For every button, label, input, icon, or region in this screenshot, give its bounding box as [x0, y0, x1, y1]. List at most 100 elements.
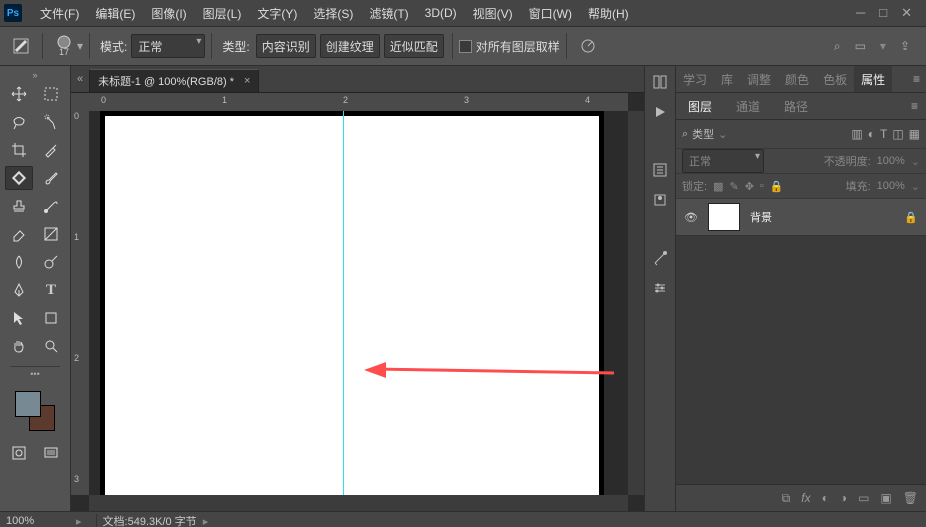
tab-library[interactable]: 库 — [714, 71, 740, 88]
type-create-texture-button[interactable]: 创建纹理 — [320, 34, 380, 58]
menu-window[interactable]: 窗口(W) — [521, 5, 580, 22]
panel-adjust-icon[interactable] — [649, 278, 671, 298]
tab-layers[interactable]: 图层 — [676, 98, 724, 115]
filter-shape-icon[interactable]: ◫ — [892, 127, 903, 141]
marquee-tool[interactable] — [37, 82, 65, 106]
lock-brush-icon[interactable]: ✎ — [729, 180, 738, 193]
tab-swatch[interactable]: 色板 — [816, 71, 854, 88]
stamp-tool[interactable] — [5, 194, 33, 218]
close-tab-icon[interactable]: × — [244, 75, 250, 87]
lock-position-icon[interactable]: ✥ — [745, 180, 754, 193]
lock-artboard-icon[interactable]: ▫ — [760, 180, 764, 192]
spot-heal-tool[interactable] — [5, 166, 33, 190]
tabbar-expand[interactable]: « — [71, 66, 89, 92]
type-tool[interactable]: T — [37, 278, 65, 302]
filter-smart-icon[interactable]: ▦ — [909, 127, 920, 141]
group-icon[interactable]: ▭ — [858, 491, 869, 505]
filter-kind-select[interactable]: ⌕类型 ⌄ — [682, 126, 727, 142]
quick-select-tool[interactable] — [37, 110, 65, 134]
brush-preview-icon[interactable]: 17 — [51, 33, 77, 59]
layer-panel-menu-icon[interactable]: ≡ — [899, 99, 926, 113]
filter-image-icon[interactable]: ▥ — [851, 127, 862, 141]
layer-fx-icon[interactable]: fx — [801, 491, 810, 505]
brush-tool[interactable] — [37, 166, 65, 190]
type-content-aware-button[interactable]: 内容识别 — [256, 34, 316, 58]
filter-type-icon[interactable]: T — [880, 127, 887, 141]
color-swatches[interactable] — [15, 391, 55, 431]
pressure-icon[interactable] — [575, 33, 601, 59]
scrollbar-horizontal[interactable] — [89, 495, 628, 511]
close-button[interactable]: ✕ — [901, 5, 912, 21]
menu-view[interactable]: 视图(V) — [465, 5, 521, 22]
new-layer-icon[interactable]: ▣ — [880, 491, 891, 505]
panel-para-icon[interactable] — [649, 190, 671, 210]
panel-char-icon[interactable] — [649, 160, 671, 180]
menu-help[interactable]: 帮助(H) — [580, 5, 637, 22]
zoom-level[interactable]: 100% — [6, 515, 76, 527]
lock-pixels-icon[interactable]: ▩ — [713, 180, 723, 193]
path-select-tool[interactable] — [5, 306, 33, 330]
layer-row[interactable]: 👁 背景 🔒 — [676, 199, 926, 236]
doc-size[interactable]: 文档:549.3K/0 字节 — [103, 513, 197, 527]
move-tool[interactable] — [5, 82, 33, 106]
ruler-corner[interactable] — [71, 93, 90, 112]
blend-mode-select[interactable]: 正常 — [131, 34, 205, 58]
menu-3d[interactable]: 3D(D) — [417, 6, 465, 20]
type-proximity-button[interactable]: 近似匹配 — [384, 34, 444, 58]
panel-play-icon[interactable] — [649, 102, 671, 122]
dodge-tool[interactable] — [37, 250, 65, 274]
menu-edit[interactable]: 编辑(E) — [87, 5, 143, 22]
menu-select[interactable]: 选择(S) — [305, 5, 361, 22]
shape-tool[interactable] — [37, 306, 65, 330]
vertical-guide[interactable] — [343, 111, 344, 495]
crop-tool[interactable] — [5, 138, 33, 162]
panel-brush-icon[interactable] — [649, 248, 671, 268]
ruler-horizontal[interactable]: 0 1 2 3 4 — [89, 93, 628, 112]
toolbox-expand[interactable]: » — [4, 70, 66, 80]
menu-type[interactable]: 文字(Y) — [249, 5, 305, 22]
eyedropper-tool[interactable] — [37, 138, 65, 162]
menu-filter[interactable]: 滤镜(T) — [361, 5, 416, 22]
link-layers-icon[interactable]: ⧉ — [782, 491, 791, 506]
tab-paths[interactable]: 路径 — [772, 98, 820, 115]
foreground-swatch[interactable] — [15, 391, 41, 417]
layer-blend-select[interactable]: 正常 — [682, 149, 764, 173]
visibility-icon[interactable]: 👁 — [684, 211, 700, 224]
lock-icon[interactable]: 🔒 — [904, 211, 918, 224]
layer-mask-icon[interactable]: ◐ — [822, 491, 829, 505]
share-icon[interactable]: ⇪ — [900, 39, 910, 54]
tab-color[interactable]: 颜色 — [778, 71, 816, 88]
layer-name[interactable]: 背景 — [750, 209, 772, 225]
tool-preset-icon[interactable] — [8, 33, 34, 59]
maximize-button[interactable]: □ — [879, 5, 887, 21]
tab-adjust[interactable]: 调整 — [740, 71, 778, 88]
ruler-vertical[interactable]: 0 1 2 3 — [71, 111, 90, 495]
document-tab[interactable]: 未标题-1 @ 100%(RGB/8) * × — [89, 69, 259, 92]
adjustment-layer-icon[interactable]: ◑ — [840, 491, 847, 505]
gradient-tool[interactable] — [37, 222, 65, 246]
minimize-button[interactable]: ─ — [856, 5, 865, 21]
tab-properties[interactable]: 属性 — [854, 66, 892, 92]
opacity-value[interactable]: 100% — [877, 155, 905, 167]
blur-tool[interactable] — [5, 250, 33, 274]
eraser-tool[interactable] — [5, 222, 33, 246]
zoom-tool[interactable] — [37, 334, 65, 358]
arrange-icon[interactable]: ▭ — [855, 39, 866, 54]
panel-history-icon[interactable] — [649, 72, 671, 92]
hand-tool[interactable] — [5, 334, 33, 358]
fill-value[interactable]: 100% — [877, 180, 905, 192]
menu-file[interactable]: 文件(F) — [32, 5, 87, 22]
lasso-tool[interactable] — [5, 110, 33, 134]
menu-image[interactable]: 图像(I) — [143, 5, 194, 22]
layer-thumbnail[interactable] — [708, 203, 740, 231]
menu-layer[interactable]: 图层(L) — [195, 5, 250, 22]
search-icon[interactable]: ⌕ — [834, 39, 841, 54]
lock-all-icon[interactable]: 🔒 — [770, 180, 784, 193]
delete-layer-icon[interactable]: 🗑 — [903, 491, 918, 505]
tab-channels[interactable]: 通道 — [724, 98, 772, 115]
scrollbar-vertical[interactable] — [628, 111, 644, 495]
sample-all-layers-checkbox[interactable] — [459, 40, 472, 53]
tab-learn[interactable]: 学习 — [676, 71, 714, 88]
quick-mask-tool[interactable] — [5, 441, 33, 465]
filter-adjust-icon[interactable]: ◐ — [868, 127, 875, 141]
